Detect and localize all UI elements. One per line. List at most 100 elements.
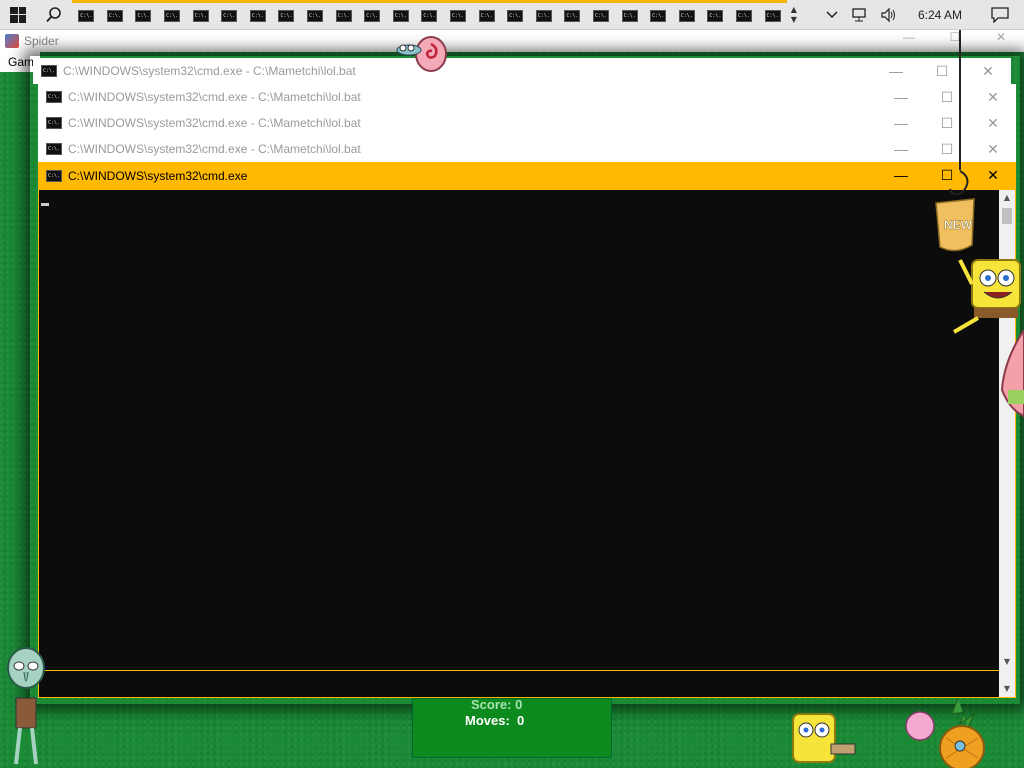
taskbar-app-cmd[interactable]: C:\.	[558, 0, 587, 30]
cmd-titlebar[interactable]: C:\. C:\WINDOWS\system32\cmd.exe - C:\Ma…	[38, 136, 1016, 162]
maximize-button[interactable]: ☐	[924, 84, 970, 110]
console-separator	[39, 670, 1001, 671]
notification-icon	[991, 7, 1009, 23]
cmd-titlebar-active[interactable]: C:\. C:\WINDOWS\system32\cmd.exe — ☐ ✕	[38, 162, 1016, 190]
cmd-titlebar[interactable]: C:\. C:\WINDOWS\system32\cmd.exe - C:\Ma…	[33, 58, 1011, 84]
minimize-button[interactable]: —	[878, 136, 924, 162]
cmd-window-3[interactable]: C:\. C:\WINDOWS\system32\cmd.exe - C:\Ma…	[38, 110, 1016, 136]
chevron-down-icon[interactable]: ▼	[791, 15, 797, 25]
chevron-up-icon[interactable]: ▲	[791, 5, 797, 15]
taskbar-app-cmd[interactable]: C:\.	[701, 0, 730, 30]
cmd-app-icon: C:\.	[764, 10, 781, 22]
text-cursor	[41, 203, 49, 206]
cmd-app-icon: C:\.	[249, 10, 266, 22]
scrollbar-thumb[interactable]	[1002, 208, 1012, 224]
maximize-button[interactable]: ☐	[924, 136, 970, 162]
spider-minimize-button[interactable]: —	[886, 30, 932, 44]
spider-app-icon	[5, 34, 19, 48]
minimize-button[interactable]: —	[878, 110, 924, 136]
spongebob-icon	[952, 259, 1021, 334]
taskbar-scroll-arrows[interactable]: ▲ ▼	[787, 0, 801, 30]
volume-tray-button[interactable]	[874, 0, 904, 30]
taskbar-app-cmd[interactable]: C:\.	[529, 0, 559, 30]
spider-close-button[interactable]: ✕	[978, 30, 1024, 44]
taskbar-app-cmd[interactable]: C:\.	[357, 0, 387, 30]
taskbar-app-cmd[interactable]: C:\.	[186, 0, 215, 30]
cmd-app-icon: C:\.	[307, 10, 324, 22]
taskbar-app-cmd[interactable]: C:\.	[72, 0, 101, 30]
taskbar-app-cmd[interactable]: C:\.	[672, 0, 702, 30]
taskbar-app-cmd[interactable]: C:\.	[329, 0, 358, 30]
cmd-window-title: C:\WINDOWS\system32\cmd.exe - C:\Mametch…	[68, 90, 361, 104]
console-output[interactable]: ▲ ▼ ▼	[38, 190, 1016, 698]
cmd-app-icon: C:\.	[192, 10, 209, 22]
taskbar-app-cmd[interactable]: C:\.	[472, 0, 501, 30]
taskbar-app-cmd[interactable]: C:\.	[386, 0, 416, 30]
minimize-button[interactable]: —	[878, 162, 924, 188]
maximize-button[interactable]: ☐	[924, 110, 970, 136]
cmd-app-icon: C:\.	[392, 10, 409, 22]
taskbar-app-cmd[interactable]: C:\.	[157, 0, 187, 30]
cmd-window-title: C:\WINDOWS\system32\cmd.exe	[68, 169, 248, 183]
minimize-button[interactable]: —	[873, 58, 919, 84]
windows-logo-icon	[10, 6, 26, 23]
taskbar-app-cmd[interactable]: C:\.	[243, 0, 273, 30]
chevron-down-icon	[826, 11, 838, 19]
score-panel: Score: 0 Moves: 0	[412, 697, 612, 758]
spider-maximize-button[interactable]: ☐	[932, 30, 978, 44]
cmd-app-icon: C:\.	[592, 10, 609, 22]
scroll-up-arrow-icon[interactable]: ▲	[999, 190, 1015, 206]
cmd-window-4[interactable]: C:\. C:\WINDOWS\system32\cmd.exe - C:\Ma…	[38, 136, 1016, 162]
taskbar-app-cmd[interactable]: C:\.	[300, 0, 330, 30]
squidward-icon	[7, 647, 45, 765]
cmd-titlebar[interactable]: C:\. C:\WINDOWS\system32\cmd.exe - C:\Ma…	[38, 110, 1016, 136]
search-icon	[46, 6, 61, 22]
taskbar-app-cmd[interactable]: C:\.	[500, 0, 530, 30]
taskbar-app-cmd[interactable]: C:\.	[415, 0, 444, 30]
cmd-window-title: C:\WINDOWS\system32\cmd.exe - C:\Mametch…	[68, 116, 361, 130]
cmd-app-icon: C:\.	[421, 10, 438, 22]
taskbar-app-cmd[interactable]: C:\.	[443, 0, 473, 30]
cmd-window-2[interactable]: C:\. C:\WINDOWS\system32\cmd.exe - C:\Ma…	[38, 84, 1016, 110]
cmd-window-active[interactable]: C:\. C:\WINDOWS\system32\cmd.exe — ☐ ✕	[38, 162, 1016, 190]
cmd-app-icon: C:\.	[46, 143, 62, 155]
system-tray: 6:24 AM	[820, 0, 1024, 30]
cmd-app-icon: C:\.	[46, 91, 62, 103]
cmd-app-icon: C:\.	[364, 10, 381, 22]
minimize-button[interactable]: —	[878, 84, 924, 110]
network-tray-button[interactable]	[844, 0, 874, 30]
close-button[interactable]: ✕	[970, 110, 1016, 136]
score-label: Score:	[471, 697, 512, 712]
spider-titlebar[interactable]: Spider — ☐ ✕	[0, 30, 1024, 52]
taskbar-app-cmd[interactable]: C:\.	[129, 0, 158, 30]
taskbar-app-cmd[interactable]: C:\.	[615, 0, 644, 30]
taskbar-app-cmd[interactable]: C:\.	[729, 0, 759, 30]
gary-snail-icon	[396, 36, 447, 72]
cmd-app-icon: C:\.	[735, 10, 752, 22]
taskbar-app-cmd[interactable]: C:\.	[100, 0, 130, 30]
close-button[interactable]: ✕	[970, 136, 1016, 162]
scroll-down-arrow-icon[interactable]: ▼	[999, 681, 1015, 697]
cmd-app-icon: C:\.	[46, 170, 62, 182]
cmd-app-icon: C:\.	[78, 10, 95, 22]
clock[interactable]: 6:24 AM	[904, 0, 976, 30]
taskbar-app-cmd[interactable]: C:\.	[586, 0, 616, 30]
cmd-window-title: C:\WINDOWS\system32\cmd.exe - C:\Mametch…	[68, 142, 361, 156]
start-button[interactable]	[0, 0, 36, 30]
score-readout: Score: 0	[471, 697, 522, 712]
cmd-titlebar[interactable]: C:\. C:\WINDOWS\system32\cmd.exe - C:\Ma…	[38, 84, 1016, 110]
taskbar-app-cmd[interactable]: C:\.	[272, 0, 301, 30]
scroll-down-arrow-icon[interactable]: ▼	[999, 654, 1015, 670]
taskbar: C:\. C:\. C:\. C:\. C:\. C:\. C:\. C:\. C:\. C:\.…	[0, 0, 1024, 30]
taskbar-app-cmd[interactable]: C:\.	[214, 0, 244, 30]
action-center-button[interactable]	[976, 0, 1024, 30]
cmd-window-1[interactable]: C:\. C:\WINDOWS\system32\cmd.exe - C:\Ma…	[33, 58, 1011, 84]
taskbar-app-cmd[interactable]: C:\.	[758, 0, 787, 30]
show-hidden-icons-button[interactable]	[820, 0, 844, 30]
search-button[interactable]	[36, 0, 72, 30]
taskbar-app-cmd[interactable]: C:\.	[643, 0, 673, 30]
speaker-icon	[881, 7, 895, 23]
cmd-app-icon: C:\.	[106, 10, 123, 22]
close-button[interactable]: ✕	[965, 58, 1011, 84]
close-button[interactable]: ✕	[970, 84, 1016, 110]
